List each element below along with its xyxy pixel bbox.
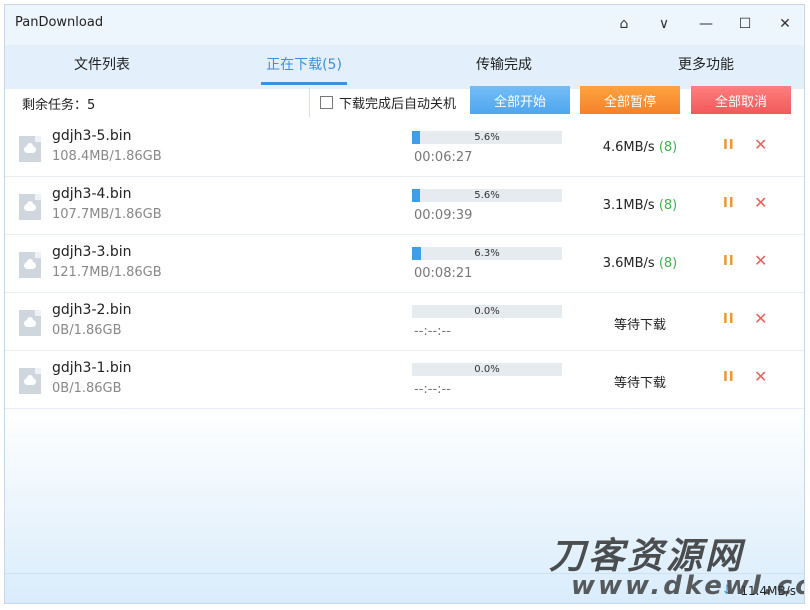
- file-cloud-icon: [19, 252, 41, 278]
- file-cloud-icon: [19, 194, 41, 220]
- speed-value: 等待下载: [613, 318, 666, 333]
- tab-more[interactable]: 更多功能: [626, 54, 786, 74]
- cancel-icon[interactable]: ✕: [754, 251, 767, 270]
- auto-shutdown-checkbox[interactable]: 下载完成后自动关机: [320, 93, 456, 112]
- download-row[interactable]: gdjh3-4.bin 107.7MB/1.86GB 5.6% 00:09:39 3.1…: [5, 177, 804, 235]
- download-speed: 等待下载: [565, 314, 715, 333]
- skin-icon[interactable]: ⌂: [611, 11, 637, 37]
- remaining-tasks: 剩余任务：5: [22, 98, 96, 113]
- progress-percent: 6.3%: [474, 248, 500, 259]
- cancel-icon[interactable]: ✕: [754, 135, 767, 154]
- connection-count: (8): [658, 198, 678, 213]
- time-remaining: 00:09:39: [414, 208, 473, 223]
- pause-icon[interactable]: II: [723, 254, 735, 269]
- download-speed: 3.1MB/s (8): [565, 198, 715, 213]
- file-name: gdjh3-5.bin: [52, 128, 132, 144]
- toolbar-divider: [309, 87, 310, 117]
- time-remaining: --:--:--: [414, 382, 451, 397]
- pause-icon[interactable]: II: [723, 312, 735, 327]
- file-name: gdjh3-1.bin: [52, 360, 132, 376]
- file-cloud-icon: [19, 368, 41, 394]
- download-speed: 4.6MB/s (8): [565, 140, 715, 155]
- progress-percent: 0.0%: [474, 306, 500, 317]
- speed-value: 4.6MB/s: [602, 140, 655, 155]
- time-remaining: 00:06:27: [414, 150, 473, 165]
- cancel-icon[interactable]: ✕: [754, 193, 767, 212]
- file-size: 121.7MB/1.86GB: [52, 265, 162, 280]
- download-row[interactable]: gdjh3-1.bin 0B/1.86GB 0.0% --:--:-- 等待下载 II ✕: [5, 351, 804, 409]
- time-remaining: --:--:--: [414, 324, 451, 339]
- cancel-all-button[interactable]: 全部取消: [691, 86, 791, 114]
- watermark-url: www.dkewl.com: [571, 571, 804, 601]
- cancel-icon[interactable]: ✕: [754, 367, 767, 386]
- pause-icon[interactable]: II: [723, 196, 735, 211]
- time-remaining: 00:08:21: [414, 266, 473, 281]
- file-cloud-icon: [19, 310, 41, 336]
- speed-value: 等待下载: [613, 376, 666, 391]
- close-button[interactable]: ✕: [772, 11, 798, 37]
- file-size: 0B/1.86GB: [52, 323, 122, 338]
- connection-count: (8): [658, 256, 678, 271]
- toolbar: 剩余任务：5 下载完成后自动关机: [5, 87, 804, 117]
- file-size: 0B/1.86GB: [52, 381, 122, 396]
- progress-percent: 5.6%: [474, 190, 500, 201]
- speed-value: 3.6MB/s: [602, 256, 655, 271]
- download-speed: 3.6MB/s (8): [565, 256, 715, 271]
- download-row[interactable]: gdjh3-2.bin 0B/1.86GB 0.0% --:--:-- 等待下载 II ✕: [5, 293, 804, 351]
- maximize-button[interactable]: ☐: [732, 11, 758, 37]
- download-speed: 等待下载: [565, 372, 715, 391]
- progress-percent: 5.6%: [474, 132, 500, 143]
- tab-bar: 文件列表 正在下载(5) 传输完成 更多功能: [5, 45, 804, 83]
- download-row[interactable]: gdjh3-3.bin 121.7MB/1.86GB 6.3% 00:08:21 3.6…: [5, 235, 804, 293]
- file-name: gdjh3-3.bin: [52, 244, 132, 260]
- checkbox-box[interactable]: [320, 96, 333, 109]
- file-name: gdjh3-2.bin: [52, 302, 132, 318]
- active-tab-indicator: [261, 82, 347, 85]
- tab-downloading[interactable]: 正在下载(5): [224, 54, 384, 74]
- app-title: PanDownload: [15, 15, 104, 30]
- pause-all-button[interactable]: 全部暂停: [580, 86, 680, 114]
- minimize-button[interactable]: —: [693, 11, 719, 37]
- speed-value: 3.1MB/s: [602, 198, 655, 213]
- start-all-button[interactable]: 全部开始: [470, 86, 570, 114]
- title-bar: PanDownload ⌂ ∨ — ☐ ✕: [5, 5, 804, 43]
- menu-chevron-icon[interactable]: ∨: [651, 11, 677, 37]
- watermark: 刀客资源网 www.dkewl.com: [549, 527, 804, 601]
- tab-file-list[interactable]: 文件列表: [22, 54, 182, 74]
- connection-count: (8): [658, 140, 678, 155]
- file-cloud-icon: [19, 136, 41, 162]
- download-row[interactable]: gdjh3-5.bin 108.4MB/1.86GB 5.6% 00:06:27 4.6…: [5, 119, 804, 177]
- tab-completed[interactable]: 传输完成: [424, 54, 584, 74]
- auto-shutdown-label: 下载完成后自动关机: [339, 97, 457, 112]
- file-name: gdjh3-4.bin: [52, 186, 132, 202]
- file-size: 107.7MB/1.86GB: [52, 207, 162, 222]
- progress-percent: 0.0%: [474, 364, 500, 375]
- app-window: PanDownload ⌂ ∨ — ☐ ✕ 文件列表 正在下载(5) 传输完成 …: [4, 4, 805, 604]
- file-size: 108.4MB/1.86GB: [52, 149, 162, 164]
- cancel-icon[interactable]: ✕: [754, 309, 767, 328]
- pause-icon[interactable]: II: [723, 370, 735, 385]
- pause-icon[interactable]: II: [723, 138, 735, 153]
